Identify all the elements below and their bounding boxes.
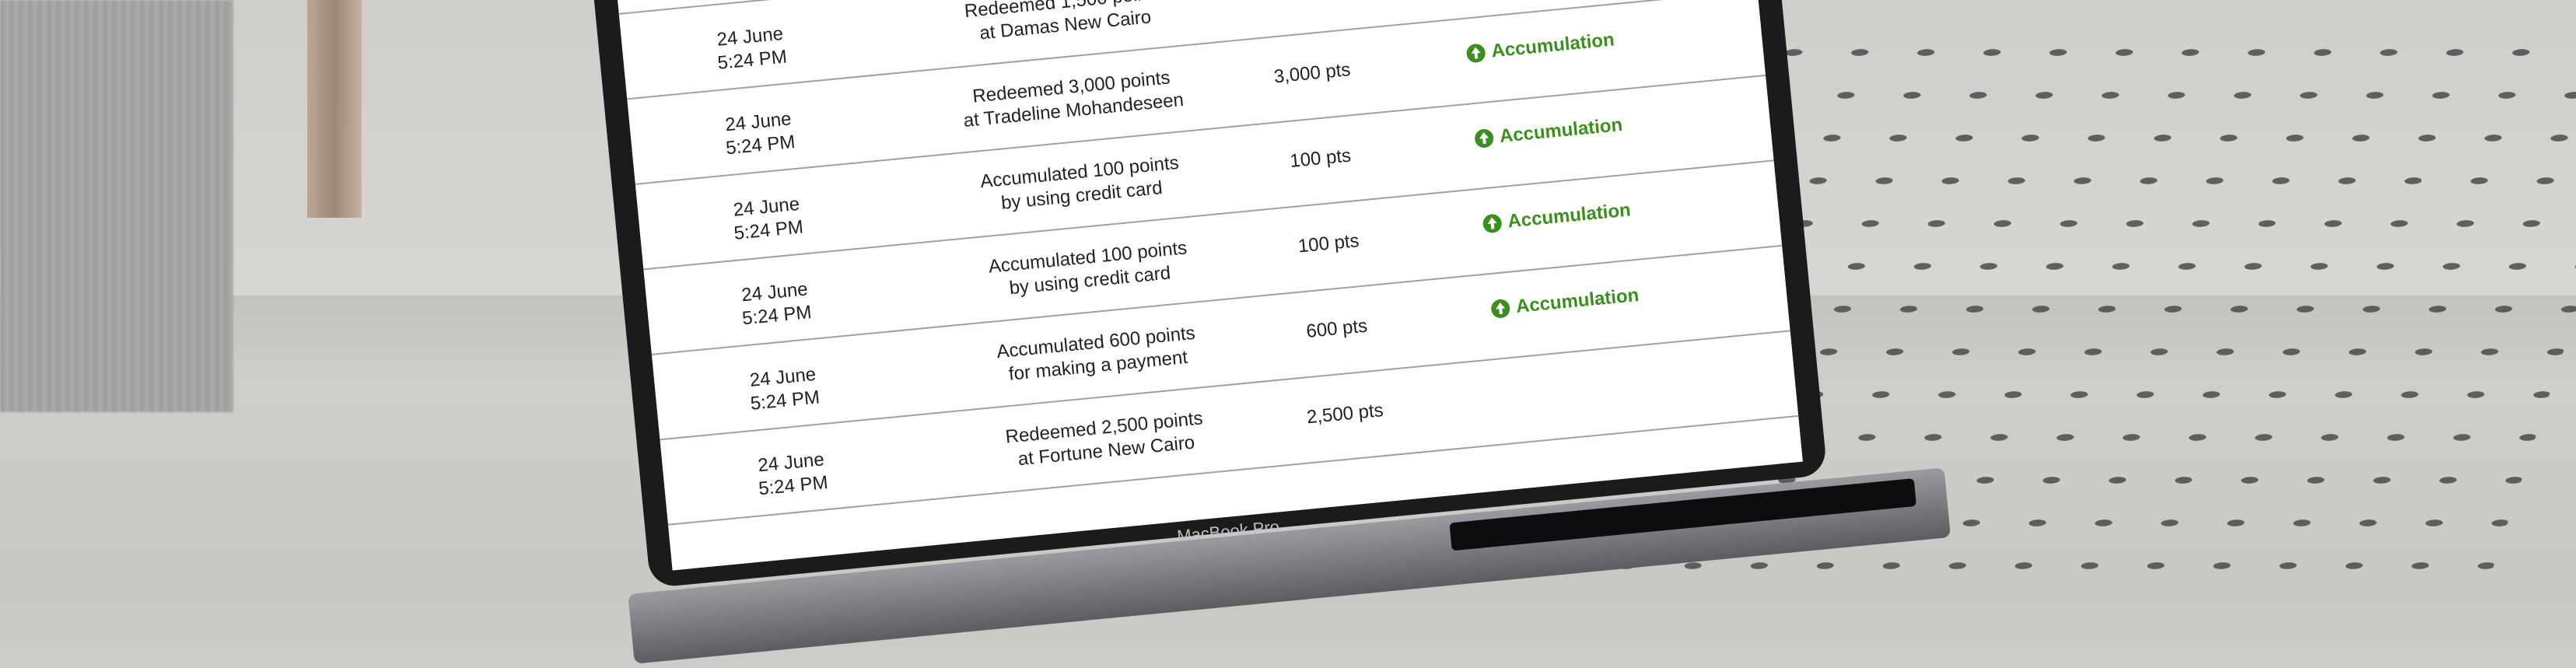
transaction-points: 1,500 pts <box>1249 0 1360 5</box>
transaction-description: Redeemed 2,500 pointsat Fortune New Cair… <box>987 405 1223 474</box>
transaction-description: Redeemed 1,500 pointsat Damas New Cairo <box>946 0 1182 48</box>
type-label: Accumulation <box>1515 284 1640 319</box>
transaction-points: 3,000 pts <box>1257 57 1367 90</box>
transaction-date: 24 June5:24 PM <box>723 361 844 418</box>
transaction-points: 100 pts <box>1273 227 1384 261</box>
transaction-date: 24 June5:24 PM <box>732 446 852 503</box>
arrow-up-circle-icon <box>1466 43 1486 63</box>
transaction-points: 600 pts <box>1282 313 1392 346</box>
transaction-date: 24 June5:24 PM <box>716 275 836 333</box>
background-frame <box>307 0 362 218</box>
transaction-type-badge: Accumulation <box>1482 198 1632 236</box>
transaction-points: 100 pts <box>1265 142 1376 176</box>
transaction-date: 24 June5:24 PM <box>707 191 828 248</box>
transaction-type-badge: Accumulation <box>1490 284 1640 321</box>
laptop: Redeemed 10,000points for EGP 100 e-vouc… <box>591 0 1835 666</box>
transaction-type-badge: Accumulation <box>1465 28 1615 65</box>
transaction-description: Accumulated 100 pointsby using credit ca… <box>962 150 1199 219</box>
arrow-up-circle-icon <box>1474 128 1494 149</box>
type-label: Accumulation <box>1490 28 1615 63</box>
background-curtain <box>0 0 233 412</box>
transaction-type-badge: Accumulation <box>1474 114 1624 151</box>
transactions-table: Redeemed 10,000points for EGP 100 e-vouc… <box>614 0 1798 526</box>
transaction-date: 24 June5:24 PM <box>699 105 820 163</box>
transaction-points: 2,500 pts <box>1290 397 1400 431</box>
arrow-up-circle-icon <box>1490 299 1510 319</box>
type-label: Accumulation <box>1507 198 1632 233</box>
laptop-screen: Redeemed 10,000points for EGP 100 e-vouc… <box>614 0 1803 571</box>
transaction-description: Accumulated 100 pointsby using credit ca… <box>971 235 1207 303</box>
type-label: Accumulation <box>1499 114 1624 149</box>
transaction-description: Redeemed 3,000 pointsat Tradeline Mohand… <box>954 65 1191 133</box>
transaction-date: 24 June5:24 PM <box>691 20 811 78</box>
transaction-description: Accumulated 600 pointsfor making a payme… <box>978 320 1215 389</box>
arrow-up-circle-icon <box>1482 213 1503 233</box>
